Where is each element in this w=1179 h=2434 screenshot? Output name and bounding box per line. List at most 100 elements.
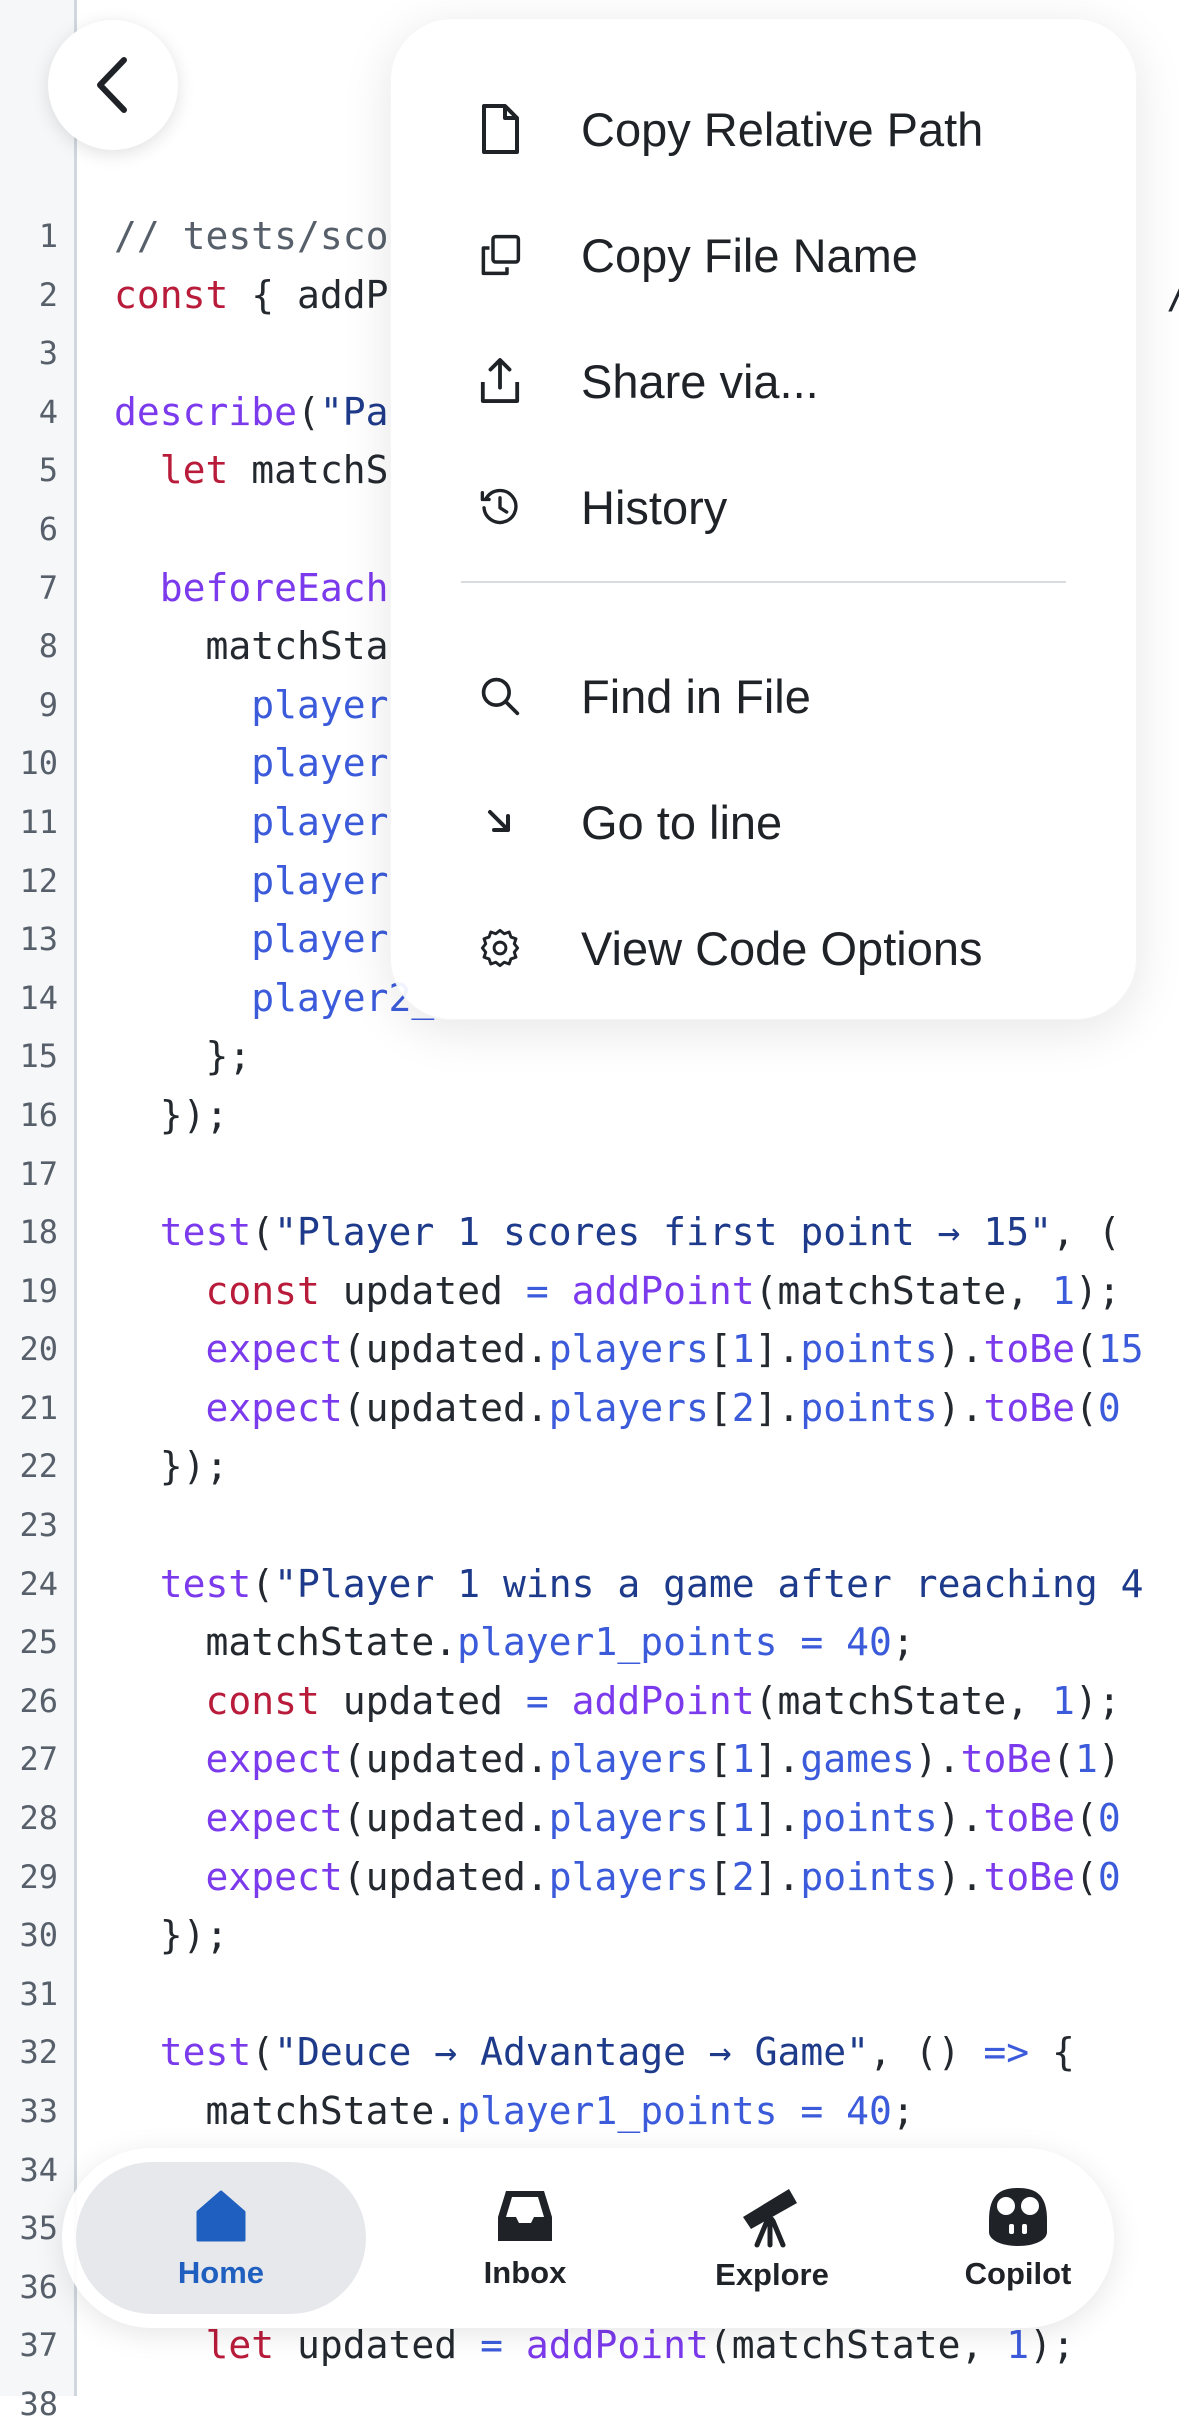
menu-item-view-code-options[interactable]: View Code Options	[391, 893, 1136, 1003]
code-token: (updated.	[342, 1385, 549, 1430]
menu-item-find-in-file[interactable]: Find in File	[391, 641, 1136, 751]
line-number[interactable]: 36	[0, 2258, 58, 2317]
code-line-content: player	[114, 676, 388, 735]
line-number[interactable]: 38	[0, 2375, 58, 2434]
arrow-down-right-icon	[479, 796, 521, 848]
line-number[interactable]: 7	[0, 559, 58, 618]
code-token: (matchState,	[708, 2323, 1007, 2368]
code-token: 1	[731, 1737, 755, 1782]
code-line-content: matchState.player1_points = 40;	[114, 2082, 915, 2141]
line-number[interactable]: 1	[0, 207, 58, 266]
line-number[interactable]: 35	[0, 2199, 58, 2258]
code-token: ).	[937, 1796, 984, 1841]
code-token: const	[114, 272, 229, 317]
code-token: });	[114, 1092, 229, 1137]
line-number[interactable]: 3	[0, 324, 58, 383]
code-token: player1_points	[457, 2089, 778, 2133]
line-number[interactable]: 24	[0, 1555, 58, 1614]
menu-item-copy-relative-path[interactable]: Copy Relative Path	[391, 74, 1136, 184]
code-line: 31	[0, 1965, 1179, 2024]
line-number[interactable]: 2	[0, 266, 58, 325]
tab-copilot[interactable]: Copilot	[878, 2162, 1158, 2314]
line-number[interactable]: 15	[0, 1027, 58, 1086]
line-number[interactable]: 11	[0, 793, 58, 852]
line-number[interactable]: 18	[0, 1203, 58, 1262]
code-line-content: test("Player 1 scores first point → 15",…	[114, 1203, 1121, 1262]
home-icon	[196, 2190, 246, 2242]
line-number[interactable]: 22	[0, 1437, 58, 1496]
line-number[interactable]: 29	[0, 1848, 58, 1907]
line-number[interactable]: 9	[0, 676, 58, 735]
tab-explore[interactable]: Explore	[632, 2162, 912, 2314]
line-number[interactable]: 14	[0, 969, 58, 1028]
code-token: (	[1074, 1327, 1098, 1372]
line-number[interactable]: 4	[0, 383, 58, 442]
code-line: 26 const updated = addPoint(matchState, …	[0, 1672, 1179, 1731]
code-token: points	[800, 1796, 938, 1841]
line-number[interactable]: 31	[0, 1965, 58, 2024]
code-token: expect	[205, 1385, 343, 1430]
menu-item-copy-file-name[interactable]: Copy File Name	[391, 200, 1136, 310]
line-number[interactable]: 13	[0, 910, 58, 969]
code-token: players	[548, 1327, 709, 1372]
line-number[interactable]: 33	[0, 2082, 58, 2141]
back-button[interactable]	[48, 20, 178, 150]
line-number[interactable]: 6	[0, 500, 58, 559]
menu-item-history[interactable]: History	[391, 452, 1136, 562]
line-number[interactable]: 25	[0, 1613, 58, 1672]
line-number[interactable]: 34	[0, 2141, 58, 2200]
line-number[interactable]: 27	[0, 1730, 58, 1789]
line-number[interactable]: 10	[0, 734, 58, 793]
code-token: ].	[754, 1796, 801, 1841]
code-token: player	[251, 799, 389, 844]
tab-inbox[interactable]: Inbox	[385, 2162, 665, 2314]
code-token: points	[800, 1854, 938, 1899]
code-token: matchS	[228, 448, 389, 493]
code-token: 1	[1052, 1678, 1075, 1723]
code-token: (	[1052, 1737, 1075, 1782]
code-token: expect	[205, 1796, 343, 1841]
copy-icon	[479, 229, 521, 281]
line-number[interactable]: 28	[0, 1789, 58, 1848]
code-token: 40	[846, 2089, 892, 2133]
line-number[interactable]: 5	[0, 441, 58, 500]
line-number[interactable]: 16	[0, 1086, 58, 1145]
line-number[interactable]: 21	[0, 1379, 58, 1438]
line-number[interactable]: 26	[0, 1672, 58, 1731]
code-line-content: beforeEach	[114, 559, 389, 618]
line-number[interactable]: 12	[0, 852, 58, 911]
line-number[interactable]: 8	[0, 617, 58, 676]
code-token: toBe	[983, 1854, 1075, 1899]
line-number[interactable]: 30	[0, 1906, 58, 1965]
line-number[interactable]: 20	[0, 1320, 58, 1379]
menu-item-share-via[interactable]: Share via...	[391, 326, 1136, 436]
telescope-icon	[743, 2189, 797, 2248]
code-line-content: });	[114, 1437, 229, 1496]
tab-home[interactable]: Home	[76, 2162, 366, 2314]
share-icon	[479, 355, 521, 407]
code-token: "Player 1 wins a game after reaching 4	[274, 1561, 1144, 1606]
code-token: player	[251, 917, 389, 962]
code-token: (matchState,	[754, 1678, 1053, 1723]
menu-item-go-to-line[interactable]: Go to line	[391, 767, 1136, 877]
code-token: // tests/sco	[114, 214, 389, 258]
line-number[interactable]: 32	[0, 2023, 58, 2082]
line-number[interactable]: 19	[0, 1262, 58, 1321]
line-number[interactable]: 37	[0, 2316, 58, 2375]
code-line: 24 test("Player 1 wins a game after reac…	[0, 1555, 1179, 1614]
code-line-content: matchSta	[114, 617, 389, 676]
code-token: matchState.	[114, 1620, 458, 1665]
code-token: (	[1074, 1385, 1098, 1430]
code-token: test	[159, 1210, 252, 1255]
code-token: updated	[319, 1678, 526, 1723]
code-line-content: expect(updated.players[1].points).toBe(1…	[114, 1320, 1144, 1379]
line-number[interactable]: 17	[0, 1145, 58, 1204]
code-token: [	[708, 1854, 732, 1899]
line-number[interactable]: 23	[0, 1496, 58, 1555]
